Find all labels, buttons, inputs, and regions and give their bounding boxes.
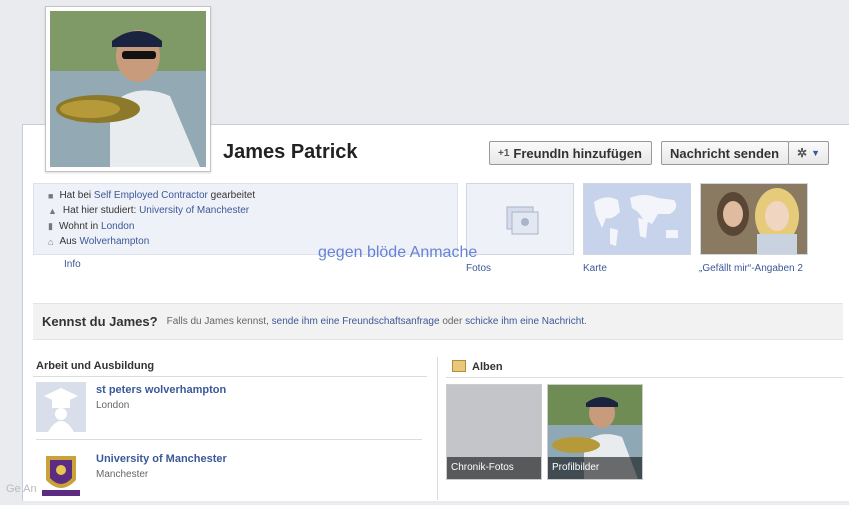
city-icon: ▮	[48, 221, 53, 231]
kennst-text2: oder	[442, 316, 463, 327]
work-link[interactable]: Self Employed Contractor	[94, 190, 208, 201]
album-profile-pictures[interactable]: Profilbilder	[547, 384, 643, 480]
university-crest-icon	[36, 450, 86, 500]
info-work-prefix: Hat bei	[59, 190, 92, 201]
album-chronik[interactable]: Chronik-Fotos	[446, 384, 542, 480]
footer-watermark: Ge An	[6, 483, 37, 495]
likes-thumbnail[interactable]	[700, 183, 808, 255]
album-icon	[452, 360, 466, 372]
tab-info[interactable]: Info	[64, 259, 81, 270]
add-friend-icon: +1	[498, 147, 510, 159]
edu-item-2[interactable]: University of Manchester Manchester	[36, 450, 227, 505]
lives-link[interactable]: London	[101, 221, 134, 232]
edu-subtitle-1: London	[96, 400, 130, 411]
add-friend-button[interactable]: +1 FreundIn hinzufügen	[489, 141, 652, 165]
world-map-icon	[584, 184, 690, 254]
info-study-prefix: Hat hier studiert:	[62, 205, 137, 216]
chevron-down-icon: ▼	[811, 148, 820, 158]
kennst-text3: .	[584, 316, 587, 327]
watermark-text: gegen blöde Anmache	[318, 244, 478, 261]
friend-suggestion-bar: Kennst du James? Falls du James kennst, …	[33, 303, 843, 340]
photos-thumbnail[interactable]	[466, 183, 574, 255]
work-education-heading: Arbeit und Ausbildung	[36, 360, 155, 372]
album-label-profile: Profilbilder	[548, 457, 642, 479]
send-message-label: Nachricht senden	[670, 145, 780, 161]
add-friend-label: FreundIn hinzufügen	[513, 145, 642, 161]
graduation-cap-icon: ▲	[48, 205, 57, 216]
profile-picture[interactable]	[45, 6, 211, 172]
column-divider	[437, 357, 438, 500]
info-lives-prefix: Wohnt in	[58, 221, 99, 232]
divider	[36, 439, 422, 440]
info-from: ⌂ Aus Wolverhampton	[48, 236, 149, 247]
map-thumbnail[interactable]	[583, 183, 691, 255]
send-message-button[interactable]: Nachricht senden	[661, 141, 789, 165]
from-link[interactable]: Wolverhampton	[79, 236, 149, 247]
study-link[interactable]: University of Manchester	[139, 205, 249, 216]
photos-icon	[506, 206, 539, 235]
tab-likes[interactable]: „Gefällt mir“-Angaben 2	[699, 263, 803, 274]
divider	[446, 377, 843, 378]
divider	[33, 376, 427, 377]
send-friend-request-link[interactable]: sende ihm eine Freundschaftsanfrage	[272, 316, 440, 327]
info-work: ■ Hat bei Self Employed Contractor gearb…	[48, 190, 255, 201]
school-placeholder-icon	[36, 382, 86, 432]
edu-subtitle-2: Manchester	[96, 469, 149, 480]
tab-map[interactable]: Karte	[583, 263, 607, 274]
briefcase-icon: ■	[48, 190, 54, 201]
info-lives: ▮ Wohnt in London	[48, 221, 134, 232]
send-message-link[interactable]: schicke ihm eine Nachricht	[465, 316, 584, 327]
edu-title-1[interactable]: st peters wolverhampton	[96, 384, 226, 396]
info-work-suffix: gearbeitet	[210, 190, 256, 201]
edu-title-2[interactable]: University of Manchester	[96, 453, 227, 465]
options-button[interactable]: ✲ ▼	[788, 141, 829, 165]
kennst-title: Kennst du James?	[42, 314, 158, 329]
tab-photos[interactable]: Fotos	[466, 263, 491, 274]
gear-icon: ✲	[797, 146, 808, 160]
profile-photo	[50, 11, 206, 167]
edu-item-1[interactable]: st peters wolverhampton London	[36, 382, 226, 437]
album-label-chronik: Chronik-Fotos	[447, 457, 541, 479]
likes-photo	[701, 184, 807, 254]
kennst-text1: Falls du James kennst,	[166, 316, 269, 327]
albums-heading: Alben	[472, 361, 503, 373]
info-study: ▲ Hat hier studiert: University of Manch…	[48, 205, 249, 216]
info-from-prefix: Aus	[59, 236, 77, 247]
home-icon: ⌂	[48, 236, 54, 247]
profile-name: James Patrick	[223, 141, 358, 163]
